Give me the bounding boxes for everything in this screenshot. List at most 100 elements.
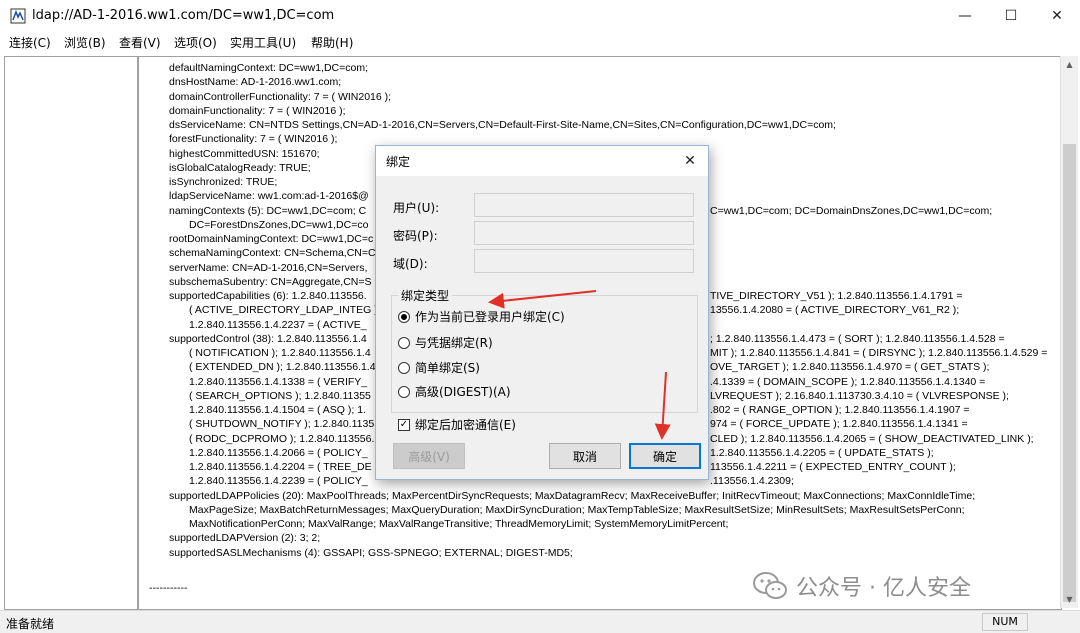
tree-pane[interactable] (4, 56, 138, 610)
output-line: DC=ForestDnsZones,DC=ww1,DC=co (189, 218, 369, 231)
output-line: 1.2.840.113556.1.4.2237 = ( ACTIVE_ (189, 318, 367, 331)
radio-credentials[interactable]: 与凭据绑定(R) (398, 334, 493, 351)
output-line: ( SEARCH_OPTIONS ); 1.2.840.11355 (189, 389, 371, 402)
close-icon: ✕ (1051, 8, 1063, 24)
output-line: ( EXTENDED_DN ); 1.2.840.113556.1.4 (189, 361, 376, 374)
output-line-continued: .802 = ( RANGE_OPTION ); 1.2.840.113556.… (710, 404, 970, 416)
menu-utilities[interactable]: 实用工具(U) (230, 34, 296, 51)
status-bar: 准备就绪 NUM (0, 610, 1080, 633)
encrypt-label: 绑定后加密通信(E) (415, 418, 516, 432)
radio-current-user[interactable]: 作为当前已登录用户绑定(C) (398, 308, 565, 325)
radio-digest[interactable]: 高级(DIGEST)(A) (398, 383, 511, 400)
output-line-continued: C=ww1,DC=com; DC=DomainDnsZones,DC=ww1,D… (710, 204, 993, 217)
bind-type-title: 绑定类型 (398, 287, 453, 304)
output-line: ( NOTIFICATION ); 1.2.840.113556.1.4 (189, 347, 371, 359)
output-line: 1.2.840.113556.1.4.2066 = ( POLICY_ (189, 446, 368, 459)
password-label: 密码(P): (393, 229, 438, 243)
user-label: 用户(U): (393, 201, 440, 215)
user-input[interactable] (474, 193, 694, 217)
encrypt-checkbox[interactable]: ✓ 绑定后加密通信(E) (398, 416, 516, 433)
output-line: supportedControl (38): 1.2.840.113556.1.… (169, 332, 367, 345)
output-line: ( SHUTDOWN_NOTIFY ); 1.2.840.1135 (189, 418, 375, 431)
output-line: 1.2.840.113556.1.4.2239 = ( POLICY_ (189, 475, 368, 488)
output-line-continued: OVE_TARGET ); 1.2.840.113556.1.4.970 = (… (710, 361, 990, 374)
radio-simple[interactable]: 简单绑定(S) (398, 359, 480, 376)
output-line: domainFunctionality: 7 = ( WIN2016 ); (169, 104, 346, 117)
output-separator: ----------- (149, 582, 188, 595)
output-line: 1.2.840.113556.1.4.1504 = ( ASQ ); 1. (189, 404, 366, 416)
output-line: namingContexts (5): DC=ww1,DC=com; C (169, 204, 367, 217)
minimize-button[interactable]: — (942, 0, 988, 32)
watermark-text: 公众号 · 亿人安全 (796, 576, 971, 601)
close-window-button[interactable]: ✕ (1034, 0, 1080, 32)
maximize-button[interactable]: ☐ (988, 0, 1034, 32)
output-line: ldapServiceName: ww1.com:ad-1-2016$@ (169, 190, 369, 203)
output-line: serverName: CN=AD-1-2016,CN=Servers, (169, 261, 368, 274)
radio-current-user-label: 作为当前已登录用户绑定(C) (415, 310, 565, 324)
radio-digest-label: 高级(DIGEST)(A) (415, 385, 511, 399)
radio-simple-label: 简单绑定(S) (415, 361, 480, 375)
domain-input[interactable] (474, 249, 694, 273)
status-text: 准备就绪 (6, 617, 55, 631)
scroll-thumb[interactable] (1063, 144, 1076, 602)
output-line-continued: MIT ); 1.2.840.113556.1.4.841 = ( DIRSYN… (710, 347, 1048, 359)
radio-icon (398, 336, 410, 349)
scroll-up-icon[interactable]: ▲ (1061, 56, 1078, 73)
checkmark-icon: ✓ (398, 418, 410, 431)
maximize-icon: ☐ (1004, 8, 1018, 24)
window-title: ldap://AD-1-2016.ww1.com/DC=ww1,DC=com (32, 8, 335, 23)
radio-icon (398, 361, 410, 374)
output-line: dnsHostName: AD-1-2016.ww1.com; (169, 76, 342, 89)
output-line: defaultNamingContext: DC=ww1,DC=com; (169, 62, 368, 74)
ldp-app-icon (10, 8, 26, 24)
output-line: isGlobalCatalogReady: TRUE; (169, 161, 311, 174)
output-line: highestCommittedUSN: 151670; (169, 147, 320, 160)
output-line: isSynchronized: TRUE; (169, 176, 278, 188)
output-line: ( ACTIVE_DIRECTORY_LDAP_INTEG ); (189, 304, 381, 317)
output-line: domainControllerFunctionality: 7 = ( WIN… (169, 90, 392, 103)
menu-bar: 连接(C) 浏览(B) 查看(V) 选项(O) 实用工具(U) 帮助(H) (0, 32, 1080, 52)
dialog-title: 绑定 (386, 155, 411, 169)
output-line-continued: CLED ); 1.2.840.113556.1.4.2065 = ( SHOW… (710, 432, 1034, 445)
menu-browse[interactable]: 浏览(B) (64, 34, 106, 51)
output-line-continued: ; 1.2.840.113556.1.4.473 = ( SORT ); 1.2… (710, 332, 1005, 345)
domain-label: 域(D): (393, 257, 428, 271)
output-line: schemaNamingContext: CN=Schema,CN=C (169, 247, 376, 260)
bind-dialog: 绑定 ✕ 用户(U): 密码(P): 域(D): 绑定类型 作为当前已登录用户绑… (375, 145, 709, 480)
output-line: ( RODC_DCPROMO ); 1.2.840.113556. (189, 432, 375, 445)
cancel-button[interactable]: 取消 (549, 443, 621, 469)
vertical-scrollbar[interactable]: ▲ ▼ (1060, 56, 1078, 608)
radio-icon (398, 385, 410, 398)
output-line: supportedLDAPPolicies (20): MaxPoolThrea… (169, 489, 976, 502)
num-lock-indicator: NUM (982, 613, 1028, 631)
output-line: 1.2.840.113556.1.4.1338 = ( VERIFY_ (189, 375, 368, 388)
dialog-close-button[interactable]: ✕ (678, 149, 702, 173)
watermark: 公众号 · 亿人安全 (752, 570, 971, 602)
menu-options[interactable]: 选项(O) (174, 34, 217, 51)
output-line: subschemaSubentry: CN=Aggregate,CN=S (169, 275, 372, 288)
password-input[interactable] (474, 221, 694, 245)
output-line: 1.2.840.113556.1.4.2204 = ( TREE_DE (189, 461, 372, 473)
output-line: MaxNotificationPerConn; MaxValRange; Max… (189, 518, 729, 530)
output-line: supportedCapabilities (6): 1.2.840.11355… (169, 290, 367, 302)
output-line-continued: 1.2.840.113556.1.4.2205 = ( UPDATE_STATS… (710, 446, 934, 459)
radio-selected-icon (398, 310, 410, 323)
output-line-continued: 113556.1.4.2211 = ( EXPECTED_ENTRY_COUNT… (710, 461, 956, 473)
minimize-icon: — (958, 8, 972, 24)
scroll-down-icon[interactable]: ▼ (1061, 591, 1078, 608)
advanced-button[interactable]: 高级(V) (393, 443, 465, 469)
ok-button[interactable]: 确定 (629, 443, 701, 469)
output-line-continued: LVREQUEST ); 2.16.840.1.113730.3.4.10 = … (710, 389, 1009, 402)
output-line: supportedLDAPVersion (2): 3; 2; (169, 532, 321, 545)
menu-help[interactable]: 帮助(H) (311, 34, 353, 51)
output-line-continued: .113556.1.4.2309; (710, 475, 794, 488)
output-line-continued: .4.1339 = ( DOMAIN_SCOPE ); 1.2.840.1135… (710, 375, 986, 388)
output-line: forestFunctionality: 7 = ( WIN2016 ); (169, 133, 338, 146)
close-icon: ✕ (684, 153, 696, 169)
output-line: MaxPageSize; MaxBatchReturnMessages; Max… (189, 503, 965, 516)
wechat-icon (753, 572, 787, 599)
title-bar: ldap://AD-1-2016.ww1.com/DC=ww1,DC=com —… (0, 0, 1080, 32)
output-line: dsServiceName: CN=NTDS Settings,CN=AD-1-… (169, 119, 836, 131)
menu-view[interactable]: 查看(V) (119, 34, 161, 51)
menu-connection[interactable]: 连接(C) (9, 34, 51, 51)
